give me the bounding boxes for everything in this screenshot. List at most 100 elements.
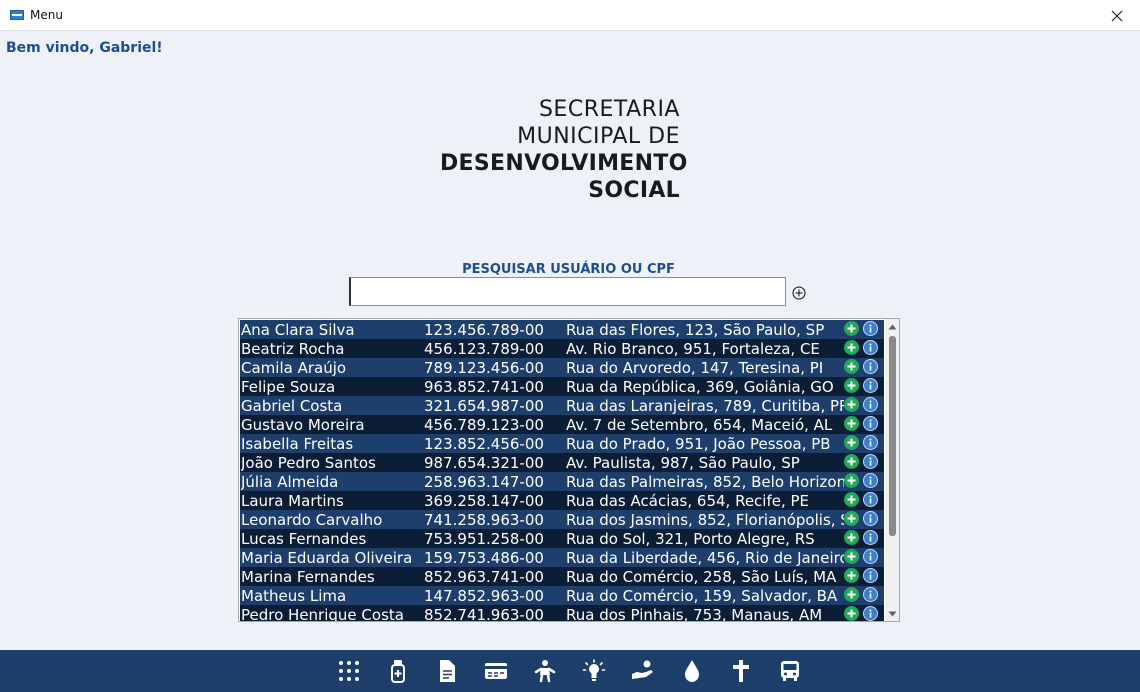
user-address: Rua das Palmeiras, 852, Belo Horizonte xyxy=(566,473,844,491)
row-info-button[interactable] xyxy=(863,397,878,412)
row-add-button[interactable] xyxy=(844,587,859,602)
table-row[interactable]: Ana Clara Silva 123.456.789-00 Rua das Flo… xyxy=(240,320,884,339)
app-window-icon xyxy=(10,10,24,20)
table-row[interactable]: Maria Eduarda Oliveira 159.753.486-00 Rua … xyxy=(240,548,884,567)
close-icon xyxy=(1111,10,1123,21)
row-add-button[interactable] xyxy=(844,359,859,374)
row-add-button[interactable] xyxy=(844,511,859,526)
info-circle-icon xyxy=(869,457,872,466)
nav-water-button[interactable] xyxy=(679,658,705,684)
table-row[interactable]: Felipe Souza 963.852.741-00 Rua da Repúbli… xyxy=(240,377,884,396)
table-row[interactable]: Marina Fernandes 852.963.741-00 Rua do Com… xyxy=(240,567,884,586)
user-address: Rua do Comércio, 258, São Luís, MA xyxy=(566,568,837,586)
close-button[interactable] xyxy=(1094,0,1140,31)
table-row[interactable]: Júlia Almeida 258.963.147-00 Rua das Palme… xyxy=(240,472,884,491)
search-input[interactable] xyxy=(349,277,786,306)
user-cpf: 123.852.456-00 xyxy=(424,435,544,453)
add-user-button[interactable] xyxy=(792,285,806,300)
scroll-thumb[interactable] xyxy=(889,336,896,536)
table-row[interactable]: Pedro Henrique Costa 852.741.963-00 Rua do… xyxy=(240,605,884,622)
table-row[interactable]: Isabella Freitas 123.852.456-00 Rua do Pra… xyxy=(240,434,884,453)
table-row[interactable]: Camila Araújo 789.123.456-00 Rua do Arvore… xyxy=(240,358,884,377)
plus-circle-icon xyxy=(847,457,856,466)
nav-id-card-button[interactable] xyxy=(483,658,509,684)
row-info-button[interactable] xyxy=(863,549,878,564)
logo-line-1: SECRETARIA xyxy=(538,97,680,122)
user-cpf: 159.753.486-00 xyxy=(424,549,544,567)
nav-lightbulb-button[interactable] xyxy=(581,658,607,684)
nav-medicine-button[interactable] xyxy=(385,658,411,684)
row-add-button[interactable] xyxy=(844,397,859,412)
row-add-button[interactable] xyxy=(844,416,859,431)
nav-assistance-button[interactable] xyxy=(630,658,656,684)
nav-health-button[interactable] xyxy=(728,658,754,684)
row-info-button[interactable] xyxy=(863,454,878,469)
scroll-up-button[interactable] xyxy=(885,319,899,334)
row-info-button[interactable] xyxy=(863,530,878,545)
row-add-button[interactable] xyxy=(844,530,859,545)
user-name: Júlia Almeida xyxy=(241,473,339,491)
info-circle-icon xyxy=(869,571,872,580)
plus-circle-icon xyxy=(847,362,856,371)
row-add-button[interactable] xyxy=(844,340,859,355)
vertical-scrollbar[interactable] xyxy=(885,319,899,621)
user-name: Gustavo Moreira xyxy=(241,416,365,434)
table-row[interactable]: Gustavo Moreira 456.789.123-00 Av. 7 de Se… xyxy=(240,415,884,434)
info-circle-icon xyxy=(869,362,872,371)
user-address: Rua dos Jasmins, 852, Florianópolis, SC xyxy=(566,511,844,529)
row-info-button[interactable] xyxy=(863,587,878,602)
row-info-button[interactable] xyxy=(863,340,878,355)
user-address: Rua do Arvoredo, 147, Teresina, PI xyxy=(566,359,824,377)
user-address: Rua do Sol, 321, Porto Alegre, RS xyxy=(566,530,815,548)
row-info-button[interactable] xyxy=(863,473,878,488)
nav-grid-button[interactable] xyxy=(336,658,362,684)
user-address: Rua dos Pinhais, 753, Manaus, AM xyxy=(566,606,823,622)
logo-line-4: SOCIAL xyxy=(588,178,680,203)
info-circle-icon xyxy=(869,438,872,447)
table-row[interactable]: Gabriel Costa 321.654.987-00 Rua das Laran… xyxy=(240,396,884,415)
row-info-button[interactable] xyxy=(863,606,878,621)
triangle-up-icon xyxy=(888,324,897,329)
row-add-button[interactable] xyxy=(844,378,859,393)
table-row[interactable]: João Pedro Santos 987.654.321-00 Av. Pauli… xyxy=(240,453,884,472)
water-drop-icon xyxy=(685,660,699,682)
user-cpf: 369.258.147-00 xyxy=(424,492,544,510)
medicine-bottle-icon xyxy=(391,660,405,683)
row-info-button[interactable] xyxy=(863,321,878,336)
user-cpf: 789.123.456-00 xyxy=(424,359,544,377)
row-info-button[interactable] xyxy=(863,359,878,374)
row-add-button[interactable] xyxy=(844,492,859,507)
nav-transport-button[interactable] xyxy=(777,658,803,684)
row-add-button[interactable] xyxy=(844,606,859,621)
plus-circle-icon xyxy=(792,286,806,300)
info-circle-icon xyxy=(869,533,872,542)
row-add-button[interactable] xyxy=(844,568,859,583)
row-info-button[interactable] xyxy=(863,511,878,526)
info-circle-icon xyxy=(869,476,872,485)
row-add-button[interactable] xyxy=(844,473,859,488)
user-cpf: 321.654.987-00 xyxy=(424,397,544,415)
row-info-button[interactable] xyxy=(863,416,878,431)
row-info-button[interactable] xyxy=(863,568,878,583)
row-info-button[interactable] xyxy=(863,492,878,507)
scroll-down-button[interactable] xyxy=(885,606,899,621)
row-info-button[interactable] xyxy=(863,435,878,450)
row-info-button[interactable] xyxy=(863,378,878,393)
nav-document-button[interactable] xyxy=(434,658,460,684)
table-row[interactable]: Leonardo Carvalho 741.258.963-00 Rua dos J… xyxy=(240,510,884,529)
row-add-button[interactable] xyxy=(844,321,859,336)
user-name: Maria Eduarda Oliveira xyxy=(241,549,413,567)
user-list[interactable]: Ana Clara Silva 123.456.789-00 Rua das Flo… xyxy=(238,318,900,622)
row-add-button[interactable] xyxy=(844,549,859,564)
nav-child-button[interactable] xyxy=(532,658,558,684)
table-row[interactable]: Matheus Lima 147.852.963-00 Rua do Comérci… xyxy=(240,586,884,605)
user-name: Marina Fernandes xyxy=(241,568,375,586)
user-name: Lucas Fernandes xyxy=(241,530,367,548)
table-row[interactable]: Lucas Fernandes 753.951.258-00 Rua do Sol,… xyxy=(240,529,884,548)
row-add-button[interactable] xyxy=(844,435,859,450)
table-row[interactable]: Laura Martins 369.258.147-00 Rua das Acáci… xyxy=(240,491,884,510)
table-row[interactable]: Beatriz Rocha 456.123.789-00 Av. Rio Branc… xyxy=(240,339,884,358)
user-cpf: 456.789.123-00 xyxy=(424,416,544,434)
welcome-message: Bem vindo, Gabriel! xyxy=(6,40,163,56)
row-add-button[interactable] xyxy=(844,454,859,469)
